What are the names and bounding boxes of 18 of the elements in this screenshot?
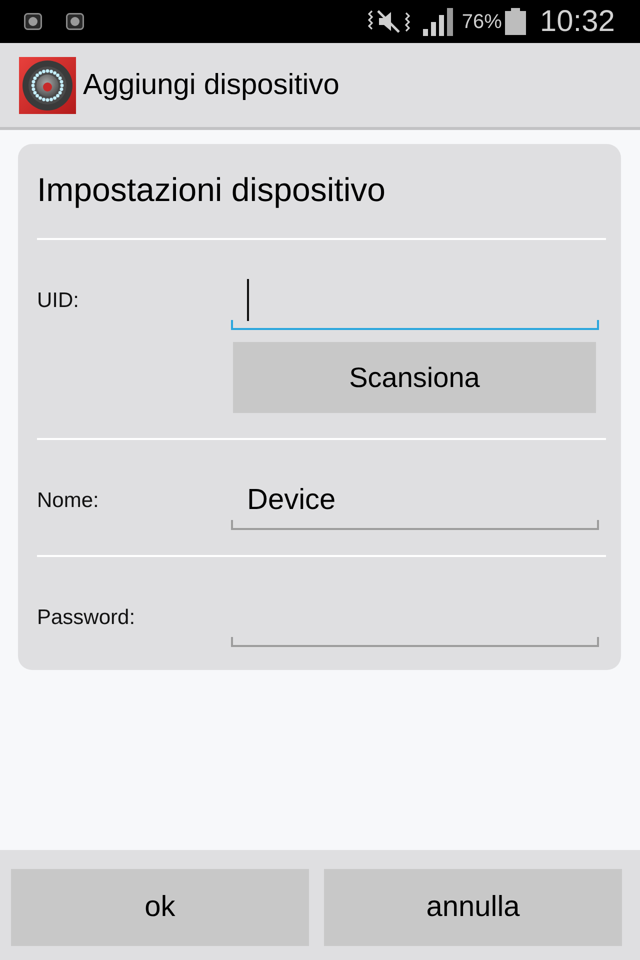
field-label: Password: (37, 605, 136, 631)
notification-icon (66, 13, 84, 30)
field-label: Nome: (37, 488, 100, 514)
signal-icon (422, 8, 453, 36)
dialog-button[interactable]: ok (11, 869, 309, 946)
notification-icon (24, 13, 42, 30)
text-cursor-icon (247, 279, 249, 321)
scan-button[interactable]: Scansiona (233, 342, 596, 413)
input-field[interactable]: Device (231, 472, 599, 530)
screen-title: Aggiungi dispositivo (83, 68, 340, 103)
lens-logo-icon (19, 56, 76, 114)
field-label: UID: (37, 288, 80, 314)
vibrate-mute-icon (368, 10, 410, 33)
battery-icon (504, 8, 526, 35)
card-title: Impostazioni dispositivo (37, 170, 386, 210)
battery-percent: 76% (462, 10, 502, 34)
dialog-button[interactable]: annulla (324, 869, 622, 946)
clock-time: 10:32 (540, 4, 615, 40)
